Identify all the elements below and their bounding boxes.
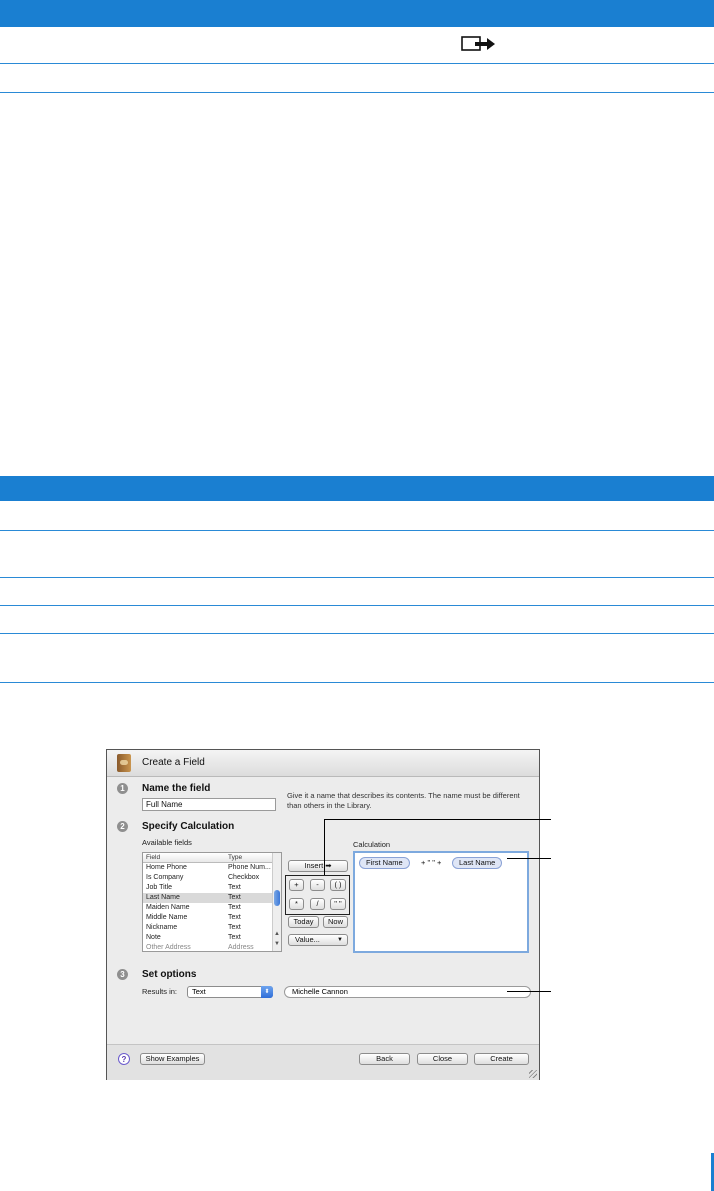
type-cell: Text	[228, 904, 241, 911]
insert-label: Insert	[304, 861, 324, 870]
close-button[interactable]: Close	[417, 1053, 468, 1065]
create-field-dialog: Create a Field 1 Name the field Full Nam…	[106, 749, 540, 1080]
field-cell: Middle Name	[146, 914, 188, 921]
dialog-footer: ? Show Examples Back Close Create	[107, 1044, 539, 1080]
multiply-button[interactable]: *	[289, 898, 304, 910]
step-3-badge: 3	[117, 969, 128, 980]
calc-expression-text: + " " +	[421, 858, 442, 867]
dialog-title: Create a Field	[142, 757, 205, 768]
available-fields-label: Available fields	[142, 838, 192, 847]
field-cell: Nickname	[146, 924, 178, 931]
calc-token-last-name[interactable]: Last Name	[452, 857, 503, 869]
field-cell: Maiden Name	[146, 904, 190, 911]
column-header-type[interactable]: Type	[228, 854, 242, 861]
table-rule	[0, 577, 714, 578]
divide-button[interactable]: /	[310, 898, 325, 910]
now-button[interactable]: Now	[323, 916, 348, 928]
callout-line	[507, 991, 551, 992]
table-rule	[0, 633, 714, 634]
calc-token-first-name[interactable]: First Name	[359, 857, 410, 869]
field-name-input[interactable]: Full Name	[142, 798, 276, 811]
type-cell: Text	[228, 894, 241, 901]
chevron-down-icon: ▼	[337, 937, 343, 943]
column-header-field[interactable]: Field	[146, 854, 160, 861]
field-cell: Is Company	[146, 874, 184, 881]
results-type-value: Text	[192, 987, 206, 996]
results-type-select[interactable]: Text ⬍	[187, 986, 273, 998]
available-fields-table[interactable]: Field Type Home Phone Phone Num... Is Co…	[142, 852, 282, 952]
table-row[interactable]: Home Phone Phone Num...	[143, 863, 273, 873]
scrollbar-thumb[interactable]	[274, 890, 280, 906]
top-header-bar	[0, 0, 714, 27]
value-popup-button[interactable]: Value... ▼	[288, 934, 348, 946]
step-2-title: Specify Calculation	[142, 821, 235, 832]
type-cell: Address	[228, 944, 254, 951]
table-row-selected[interactable]: Last Name Text	[143, 893, 273, 903]
today-button[interactable]: Today	[288, 916, 319, 928]
show-examples-button[interactable]: Show Examples	[140, 1053, 205, 1065]
table-header: Field Type	[143, 853, 273, 863]
insert-button[interactable]: Insert ➡	[288, 860, 348, 872]
scroll-up-icon[interactable]: ▲	[274, 931, 280, 937]
resize-grip-icon[interactable]	[529, 1070, 537, 1078]
table-row[interactable]: Job Title Text	[143, 883, 273, 893]
field-cell: Home Phone	[146, 864, 187, 871]
calculation-label: Calculation	[353, 840, 391, 849]
table-row[interactable]: Nickname Text	[143, 923, 273, 933]
table-rule	[0, 63, 714, 64]
minus-button[interactable]: -	[310, 879, 325, 891]
type-cell: Text	[228, 924, 241, 931]
calculation-editor[interactable]: First Name + " " + Last Name	[353, 851, 529, 953]
type-cell: Text	[228, 934, 241, 941]
type-cell: Phone Num...	[228, 864, 271, 871]
step-2-badge: 2	[117, 821, 128, 832]
field-cell: Other Address	[146, 944, 191, 951]
address-book-icon	[117, 754, 131, 772]
help-icon[interactable]: ?	[118, 1053, 130, 1065]
callout-line	[324, 819, 551, 820]
scroll-down-icon[interactable]: ▼	[274, 941, 280, 947]
callout-line	[507, 858, 551, 859]
table-row[interactable]: Other Address Address	[143, 943, 273, 951]
plus-button[interactable]: +	[289, 879, 304, 891]
callout-line	[324, 819, 325, 875]
result-preview-field: Michelle Cannon	[284, 986, 531, 998]
back-button[interactable]: Back	[359, 1053, 410, 1065]
dialog-titlebar: Create a Field	[107, 750, 539, 777]
table-scrollbar[interactable]: ▲ ▼	[272, 853, 281, 951]
field-name-help: Give it a name that describes its conten…	[287, 791, 520, 810]
parentheses-button[interactable]: ( )	[330, 879, 346, 891]
field-cell: Job Title	[146, 884, 173, 891]
table-rule	[0, 530, 714, 531]
type-cell: Text	[228, 884, 241, 891]
type-cell: Text	[228, 914, 241, 921]
updown-arrows-icon: ⬍	[261, 986, 273, 998]
quotes-button[interactable]: " "	[330, 898, 346, 910]
results-in-label: Results in:	[142, 987, 178, 996]
create-button[interactable]: Create	[474, 1053, 529, 1065]
step-1-title: Name the field	[142, 783, 211, 794]
value-label: Value...	[295, 935, 320, 944]
table-row[interactable]: Note Text	[143, 933, 273, 943]
field-cell: Last Name	[146, 894, 180, 901]
table-rule	[0, 92, 714, 93]
section-header-bar	[0, 476, 714, 501]
table-rule	[0, 682, 714, 683]
table-row[interactable]: Maiden Name Text	[143, 903, 273, 913]
table-row[interactable]: Middle Name Text	[143, 913, 273, 923]
table-row[interactable]: Is Company Checkbox	[143, 873, 273, 883]
export-arrow-icon	[461, 36, 495, 51]
table-rule	[0, 605, 714, 606]
step-3-title: Set options	[142, 969, 197, 980]
step-1-badge: 1	[117, 783, 128, 794]
field-cell: Note	[146, 934, 161, 941]
type-cell: Checkbox	[228, 874, 260, 881]
